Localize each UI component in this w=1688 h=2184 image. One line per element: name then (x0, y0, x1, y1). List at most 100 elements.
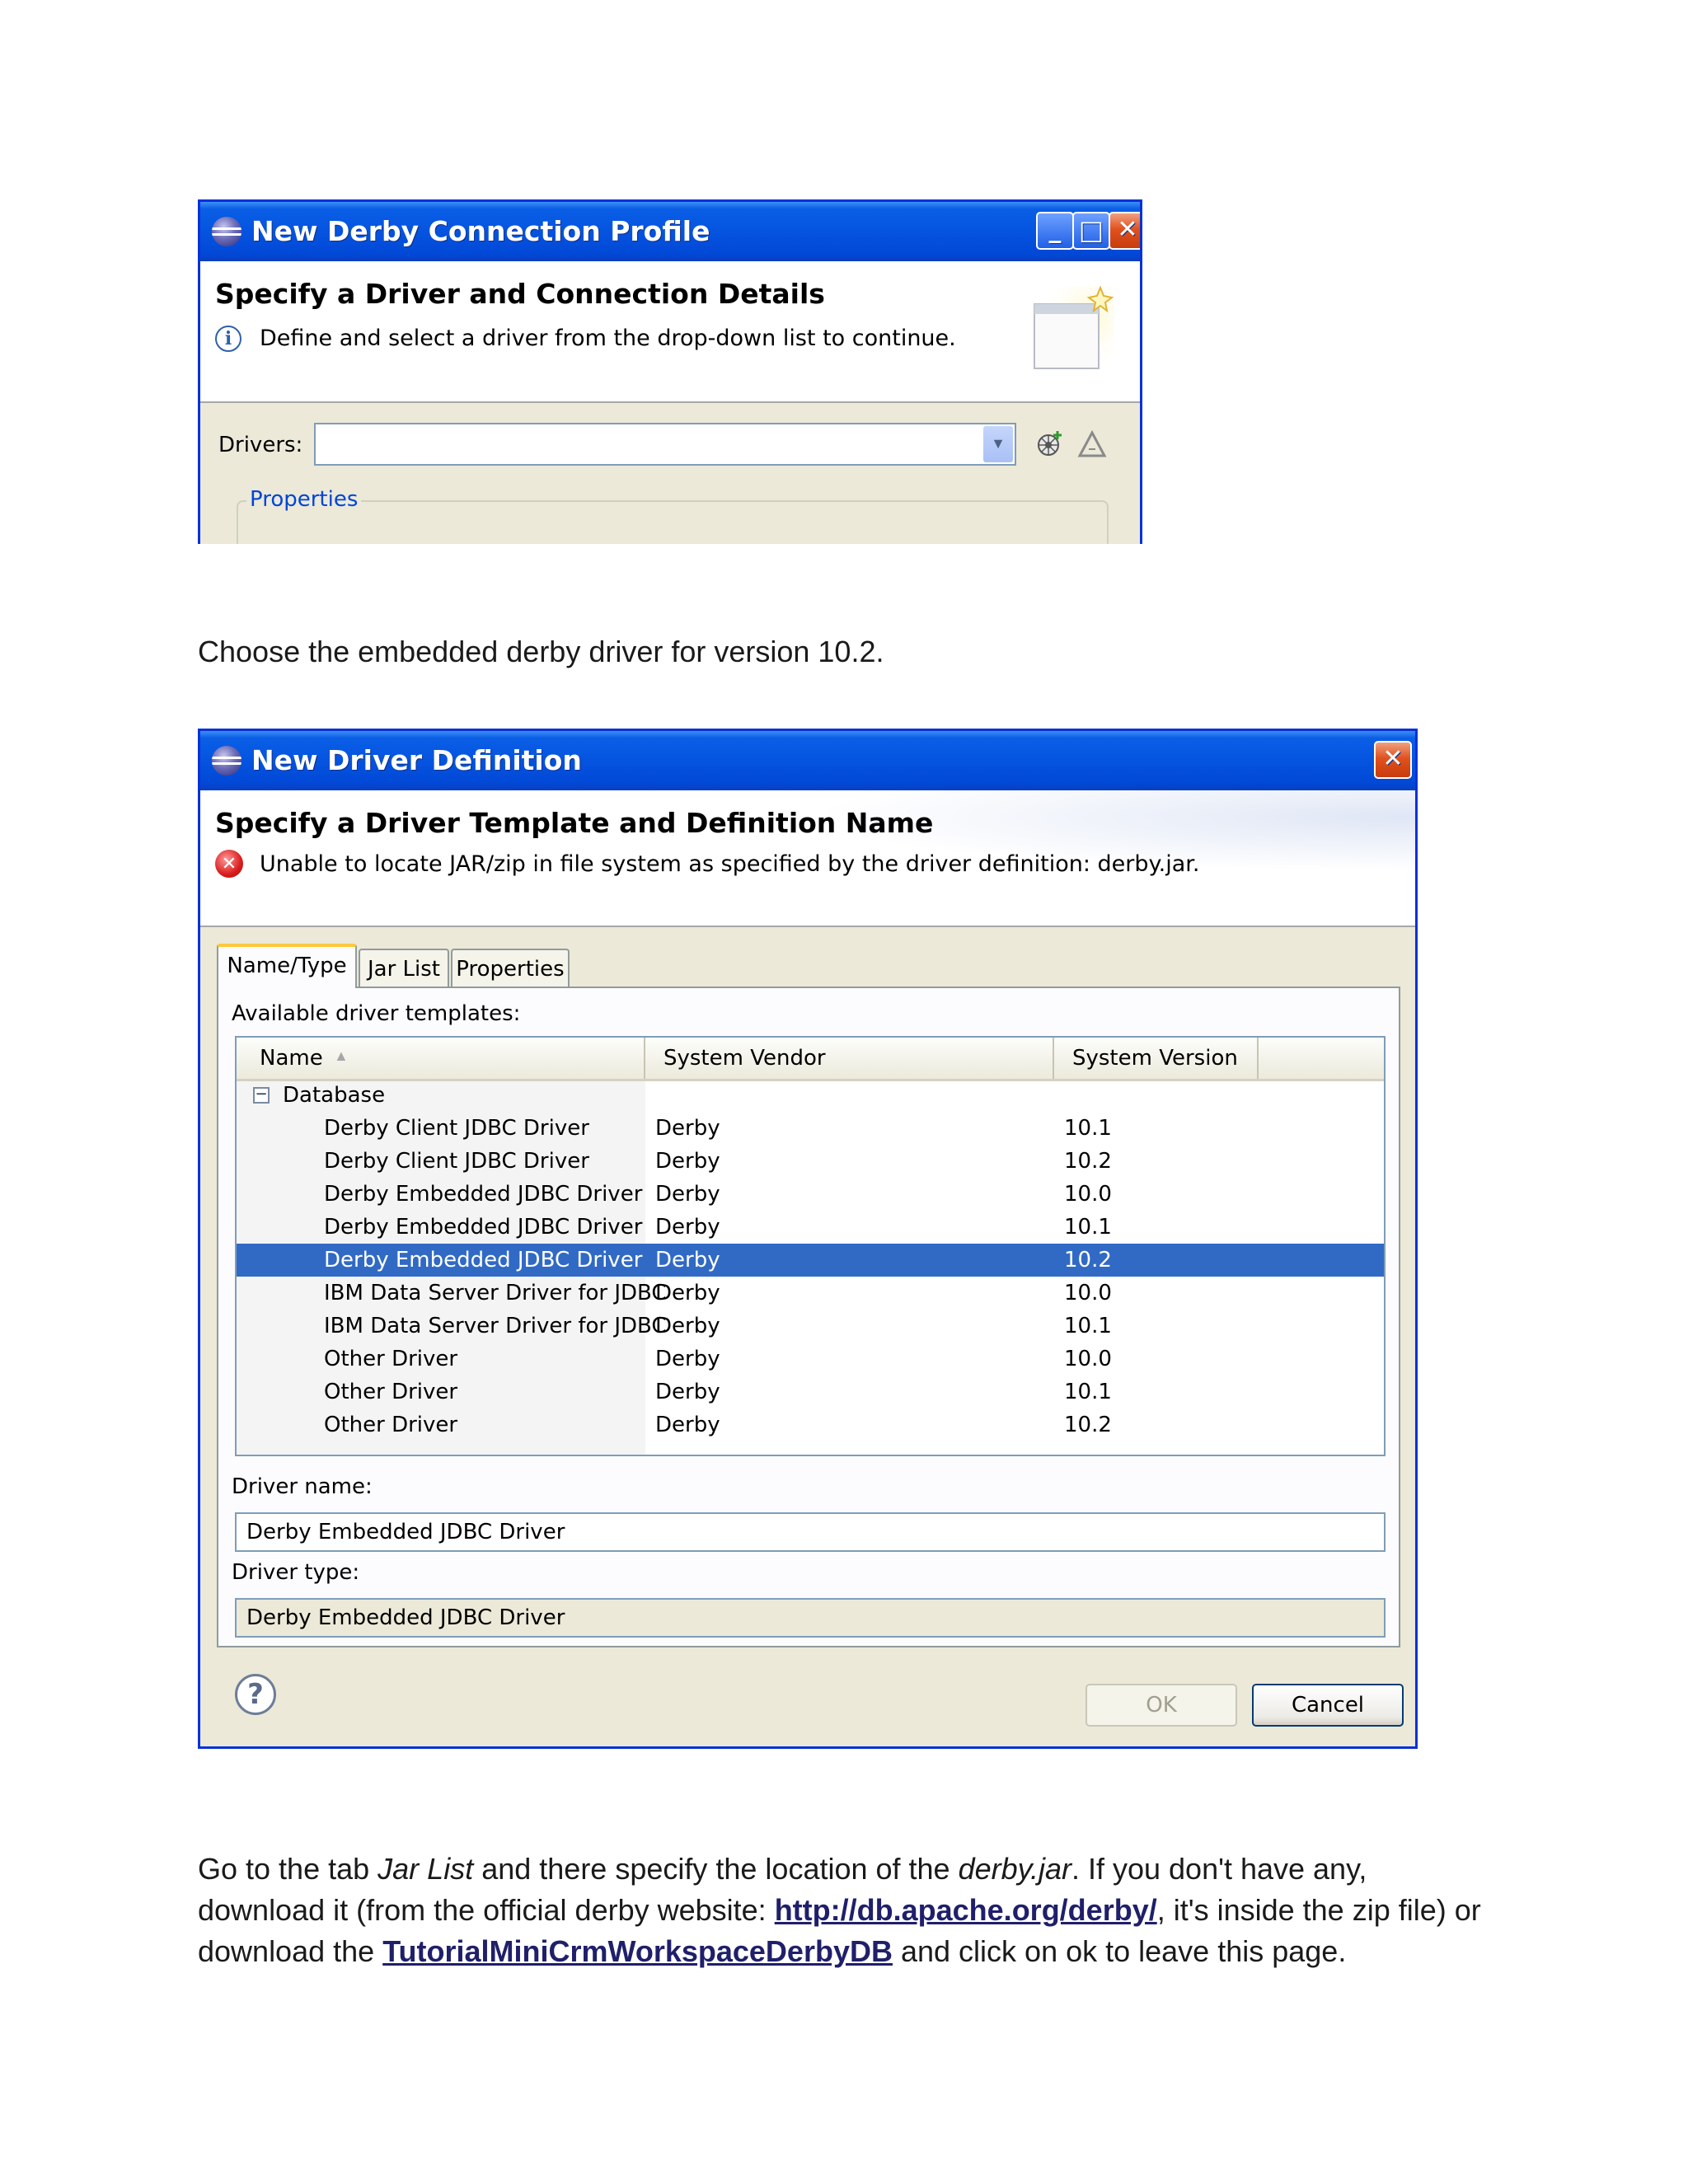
cell-vendor: Derby (655, 1380, 720, 1404)
table-row[interactable]: Derby Client JDBC Driver Derby 10.1 (237, 1112, 1384, 1145)
properties-group: Properties (237, 487, 1109, 544)
available-templates-label: Available driver templates: (232, 1001, 521, 1026)
cell-version: 10.2 (1064, 1413, 1112, 1437)
instruction-paragraph-1: Choose the embedded derby driver for ver… (198, 635, 884, 668)
cell-name: IBM Data Server Driver for JDBC (324, 1281, 667, 1305)
sort-ascending-icon: ▲ (334, 1047, 349, 1064)
cell-vendor: Derby (655, 1182, 720, 1207)
wizard-banner-icon (1031, 286, 1114, 377)
title-bar[interactable]: New Driver Definition ✕ (200, 731, 1415, 790)
header-message: Unable to locate JAR/zip in file system … (260, 851, 1200, 877)
header-title: Specify a Driver and Connection Details (215, 278, 825, 310)
cell-version: 10.2 (1064, 1248, 1112, 1272)
table-row[interactable]: Other Driver Derby 10.1 (237, 1376, 1384, 1408)
table-row[interactable]: Derby Client JDBC Driver Derby 10.2 (237, 1145, 1384, 1178)
window-title: New Derby Connection Profile (251, 215, 710, 247)
tab-panel: Available driver templates: Name ▲ Syste… (217, 987, 1400, 1647)
collapse-icon[interactable]: − (253, 1087, 270, 1104)
tree-category-label: Database (283, 1083, 386, 1108)
cell-vendor: Derby (655, 1281, 720, 1305)
table-row[interactable]: IBM Data Server Driver for JDBC Derby 10.1 (237, 1310, 1384, 1343)
cell-version: 10.0 (1064, 1347, 1112, 1371)
cell-vendor: Derby (655, 1116, 720, 1141)
help-icon[interactable]: ? (235, 1674, 276, 1715)
drivers-label: Drivers: (218, 433, 303, 457)
cell-vendor: Derby (655, 1248, 720, 1272)
table-row[interactable]: Derby Embedded JDBC Driver Derby 10.1 (237, 1211, 1384, 1244)
cell-name: Derby Client JDBC Driver (324, 1149, 589, 1174)
table-row[interactable]: Other Driver Derby 10.0 (237, 1343, 1384, 1376)
column-header-system-vendor[interactable]: System Vendor (645, 1038, 1054, 1079)
table-row-selected[interactable]: Derby Embedded JDBC Driver Derby 10.2 (237, 1244, 1384, 1277)
tutorial-workspace-link[interactable]: TutorialMiniCrmWorkspaceDerbyDB (382, 1934, 893, 1968)
instruction-paragraph-2: Go to the tab Jar List and there specify… (198, 1852, 1481, 1968)
cell-name: Other Driver (324, 1347, 458, 1371)
cell-vendor: Derby (655, 1413, 720, 1437)
column-header-system-version[interactable]: System Version (1054, 1038, 1259, 1079)
new-driver-definition-dialog: New Driver Definition ✕ Specify a Driver… (198, 729, 1418, 1749)
cell-name: Other Driver (324, 1380, 458, 1404)
eclipse-icon (212, 217, 241, 246)
new-driver-icon[interactable] (1034, 429, 1064, 459)
close-icon: ✕ (1117, 215, 1138, 244)
cell-name: Derby Embedded JDBC Driver (324, 1215, 643, 1240)
table-row[interactable]: Derby Embedded JDBC Driver Derby 10.0 (237, 1178, 1384, 1211)
error-icon: ✕ (215, 850, 243, 878)
cell-name: Derby Client JDBC Driver (324, 1116, 589, 1141)
cell-version: 10.0 (1064, 1182, 1112, 1207)
driver-name-label: Driver name: (232, 1474, 373, 1499)
edit-driver-icon[interactable] (1077, 429, 1107, 459)
cell-version: 10.1 (1064, 1314, 1112, 1338)
derby-jar-emphasis: derby.jar (958, 1852, 1071, 1886)
info-icon: i (215, 326, 241, 352)
cell-vendor: Derby (655, 1215, 720, 1240)
cell-version: 10.0 (1064, 1281, 1112, 1305)
minimize-button[interactable]: _ (1036, 212, 1074, 250)
header-message: Define and select a driver from the drop… (260, 326, 956, 351)
cancel-button[interactable]: Cancel (1252, 1684, 1404, 1727)
ok-button[interactable]: OK (1085, 1684, 1237, 1727)
minimize-icon: _ (1048, 215, 1062, 244)
cell-name: Other Driver (324, 1413, 458, 1437)
header-title: Specify a Driver Template and Definition… (215, 807, 934, 839)
driver-name-field[interactable]: Derby Embedded JDBC Driver (235, 1512, 1386, 1552)
derby-website-link[interactable]: http://db.apache.org/derby/ (775, 1893, 1157, 1927)
tab-jar-list[interactable]: Jar List (359, 949, 449, 988)
table-row[interactable]: Other Driver Derby 10.2 (237, 1408, 1384, 1441)
cell-vendor: Derby (655, 1149, 720, 1174)
title-bar[interactable]: New Derby Connection Profile _ □ ✕ (200, 202, 1140, 261)
properties-legend: Properties (246, 487, 362, 512)
cell-vendor: Derby (655, 1347, 720, 1371)
cell-name: Derby Embedded JDBC Driver (324, 1182, 643, 1207)
close-button[interactable]: ✕ (1374, 741, 1412, 779)
maximize-icon: □ (1078, 214, 1104, 246)
cell-version: 10.2 (1064, 1149, 1112, 1174)
cell-version: 10.1 (1064, 1116, 1112, 1141)
new-derby-connection-profile-dialog: New Derby Connection Profile _ □ ✕ Speci… (198, 199, 1142, 544)
close-button[interactable]: ✕ (1109, 212, 1140, 250)
wizard-header: Specify a Driver and Connection Details … (200, 261, 1140, 403)
table-header: Name ▲ System Vendor System Version (237, 1038, 1384, 1081)
jar-list-emphasis: Jar List (377, 1852, 474, 1886)
cell-vendor: Derby (655, 1314, 720, 1338)
cell-version: 10.1 (1064, 1215, 1112, 1240)
driver-type-field: Derby Embedded JDBC Driver (235, 1598, 1386, 1638)
driver-templates-table[interactable]: Name ▲ System Vendor System Version − Dat… (235, 1036, 1386, 1456)
tab-properties[interactable]: Properties (451, 949, 570, 988)
tab-name-type[interactable]: Name/Type (217, 944, 357, 988)
drivers-combo[interactable]: ▼ (314, 423, 1016, 466)
cell-name: Derby Embedded JDBC Driver (324, 1248, 643, 1272)
maximize-button[interactable]: □ (1072, 212, 1110, 250)
close-icon: ✕ (1382, 744, 1404, 773)
window-title: New Driver Definition (251, 744, 582, 776)
column-header-name[interactable]: Name (237, 1038, 645, 1079)
table-row[interactable]: IBM Data Server Driver for JDBC Derby 10.0 (237, 1277, 1384, 1310)
driver-type-label: Driver type: (232, 1560, 360, 1585)
cell-version: 10.1 (1064, 1380, 1112, 1404)
eclipse-icon (212, 746, 241, 776)
chevron-down-icon[interactable]: ▼ (983, 426, 1013, 462)
cell-name: IBM Data Server Driver for JDBC (324, 1314, 667, 1338)
table-body: − Database Derby Client JDBC Driver Derby 10… (237, 1079, 1384, 1455)
wizard-header: Specify a Driver Template and Definition… (200, 790, 1415, 927)
tree-category-row[interactable]: − Database (237, 1079, 1384, 1112)
